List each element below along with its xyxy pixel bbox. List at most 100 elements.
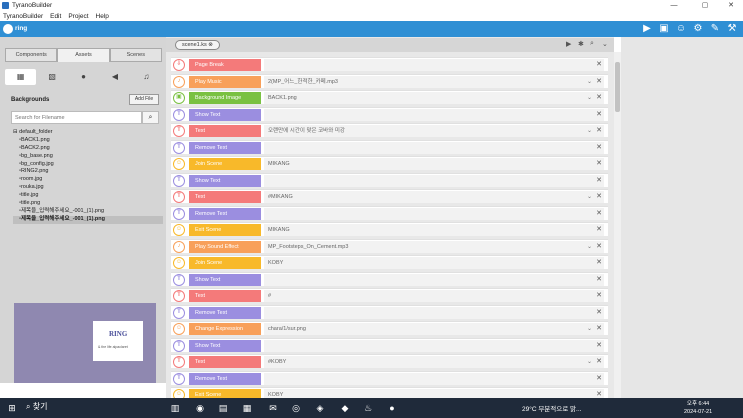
component-value[interactable]: MIKANG bbox=[264, 158, 604, 170]
search-icon[interactable]: ⌕ bbox=[142, 111, 159, 124]
component-row[interactable]: ☺ Exit Scene MIKANG ✕ bbox=[171, 222, 608, 236]
tree-file[interactable]: ▫bg_base.png bbox=[13, 153, 163, 161]
app-icon[interactable]: ◆ bbox=[338, 401, 352, 415]
component-value[interactable]: #MIKANG bbox=[264, 191, 604, 203]
chevron-down-icon[interactable]: ⌄ bbox=[587, 125, 592, 137]
tree-file[interactable]: ▫제목을_입력해주세요_-001_(1).png bbox=[13, 208, 163, 216]
tree-file[interactable]: ▫rouka.jpg bbox=[13, 184, 163, 192]
filename-search-input[interactable] bbox=[11, 111, 142, 124]
chevron-down-icon[interactable]: ⌄ bbox=[587, 191, 592, 203]
chevron-down-icon[interactable]: ⌄ bbox=[587, 92, 592, 104]
component-value[interactable]: MIKANG bbox=[264, 224, 604, 236]
component-row[interactable]: ♪ Play Sound Effect MP_Footsteps_On_Cement… bbox=[171, 238, 608, 253]
delete-component-icon[interactable]: ✕ bbox=[596, 241, 602, 253]
delete-component-icon[interactable]: ✕ bbox=[596, 323, 602, 335]
app-icon[interactable]: ● bbox=[385, 401, 399, 415]
mail-icon[interactable]: ✉ bbox=[266, 401, 280, 415]
tree-file[interactable]: ▫bg_config.jpg bbox=[13, 161, 163, 169]
steam-icon[interactable]: ♨ bbox=[361, 401, 375, 415]
component-value[interactable] bbox=[264, 59, 604, 71]
maximize-button[interactable]: ▢ bbox=[693, 0, 717, 11]
component-row[interactable]: ▣ Background Image BACK1.png ⌄ ✕ bbox=[171, 90, 608, 104]
delete-component-icon[interactable]: ✕ bbox=[596, 109, 602, 121]
build-icon[interactable]: ✎ bbox=[709, 23, 721, 35]
file-explorer-icon[interactable]: ▤ bbox=[216, 401, 230, 415]
component-value[interactable]: # bbox=[264, 290, 604, 302]
component-row[interactable]: T Show Text ✕ bbox=[171, 337, 608, 352]
tree-file[interactable]: ▫room.jpg bbox=[13, 176, 163, 184]
component-row[interactable]: T Text #KOBY ⌄ ✕ bbox=[171, 354, 608, 368]
tree-file[interactable]: ▫title.jpg bbox=[13, 192, 163, 200]
edge-icon[interactable]: ◉ bbox=[193, 401, 207, 415]
debug-icon[interactable]: ✱ bbox=[578, 40, 584, 48]
component-row[interactable]: T Text 오랜만에 시간이 맞은 코바와 미강 ⌄ ✕ bbox=[171, 123, 608, 137]
tree-file[interactable]: ▫RING2.png bbox=[13, 168, 163, 176]
delete-component-icon[interactable]: ✕ bbox=[596, 274, 602, 286]
windows-start-icon[interactable]: ⊞ bbox=[5, 401, 19, 415]
component-value[interactable] bbox=[264, 306, 604, 319]
component-value[interactable] bbox=[264, 339, 604, 352]
chevron-down-icon[interactable]: ⌄ bbox=[587, 323, 592, 335]
play-icon[interactable]: ▶ bbox=[641, 23, 653, 35]
component-value[interactable]: 2(MP_어느_한적한_카페.mp3 bbox=[264, 75, 604, 88]
component-value[interactable]: #KOBY bbox=[264, 356, 604, 368]
delete-component-icon[interactable]: ✕ bbox=[596, 175, 602, 187]
delete-component-icon[interactable]: ✕ bbox=[596, 76, 602, 88]
gear-icon[interactable]: ⚙ bbox=[692, 23, 704, 35]
minimize-button[interactable]: — bbox=[662, 0, 686, 11]
component-row[interactable]: T Remove Text ✕ bbox=[171, 304, 608, 319]
sound-icon[interactable]: ◀ bbox=[99, 69, 130, 85]
component-value[interactable] bbox=[264, 174, 604, 187]
component-row[interactable]: ⇩ Page Break ✕ bbox=[171, 57, 608, 71]
taskbar-search[interactable]: ⌕ 찾기 bbox=[26, 401, 47, 412]
delete-component-icon[interactable]: ✕ bbox=[596, 224, 602, 236]
component-row[interactable]: T Remove Text ✕ bbox=[171, 205, 608, 220]
scene-tab[interactable]: scene1.ks ⊗ bbox=[175, 40, 220, 50]
component-row[interactable]: T Remove Text ✕ bbox=[171, 139, 608, 154]
component-row[interactable]: T Show Text ✕ bbox=[171, 271, 608, 286]
weather-widget[interactable]: 29°C 부분적으로 맑... bbox=[522, 403, 581, 413]
component-value[interactable] bbox=[264, 273, 604, 286]
menu-project[interactable]: Project bbox=[68, 13, 88, 20]
component-row[interactable]: ♪ Play Music 2(MP_어느_한적한_카페.mp3 ⌄ ✕ bbox=[171, 73, 608, 88]
tyranobuilder-icon[interactable]: ◈ bbox=[313, 401, 327, 415]
menu-edit[interactable]: Edit bbox=[50, 13, 61, 20]
scrollbar-thumb[interactable] bbox=[615, 62, 620, 112]
delete-component-icon[interactable]: ✕ bbox=[596, 191, 602, 203]
save-icon[interactable]: ▣ bbox=[658, 23, 670, 35]
add-file-button[interactable]: Add File bbox=[129, 94, 159, 105]
task-view-icon[interactable]: ▥ bbox=[168, 401, 182, 415]
tab-assets[interactable]: Assets bbox=[57, 48, 110, 62]
delete-component-icon[interactable]: ✕ bbox=[596, 340, 602, 352]
component-value[interactable] bbox=[264, 108, 604, 121]
tree-file-selected[interactable]: ▫제목을_입력해주세요_-001_(1).png bbox=[13, 215, 163, 224]
wrench-icon[interactable]: ⚒ bbox=[726, 23, 738, 35]
search-icon[interactable]: ⌕ bbox=[590, 40, 594, 48]
component-row[interactable]: T Remove Text ✕ bbox=[171, 370, 608, 385]
component-row[interactable]: ☺ Join Scene KOBY ✕ bbox=[171, 255, 608, 269]
tree-file[interactable]: ▫BACK2.png bbox=[13, 145, 163, 153]
delete-component-icon[interactable]: ✕ bbox=[596, 307, 602, 319]
component-row[interactable]: ☺ Change Expression chara/1/sur.png ⌄ ✕ bbox=[171, 321, 608, 335]
close-button[interactable]: ✕ bbox=[719, 0, 743, 11]
chrome-icon[interactable]: ◎ bbox=[289, 401, 303, 415]
music-icon[interactable]: ♫ bbox=[131, 69, 162, 85]
system-clock[interactable]: 오후 6:44 2024-07-21 bbox=[684, 400, 712, 416]
delete-component-icon[interactable]: ✕ bbox=[596, 142, 602, 154]
image-icon[interactable]: ▧ bbox=[36, 69, 67, 85]
component-row[interactable]: T Text #MIKANG ⌄ ✕ bbox=[171, 189, 608, 203]
delete-component-icon[interactable]: ✕ bbox=[596, 59, 602, 71]
tree-folder[interactable]: ⊟ default_folder bbox=[13, 129, 163, 137]
background-image-icon[interactable]: ▦ bbox=[5, 69, 37, 85]
chevron-down-icon[interactable]: ⌄ bbox=[587, 241, 592, 253]
component-row[interactable]: ☺ Join Scene MIKANG ✕ bbox=[171, 156, 608, 170]
play-scene-icon[interactable]: ▶ bbox=[566, 40, 571, 48]
component-row[interactable]: T Text # ✕ bbox=[171, 288, 608, 302]
tree-file[interactable]: ▫BACK1.png bbox=[13, 137, 163, 145]
component-value[interactable] bbox=[264, 207, 604, 220]
menu-tyranobuilder[interactable]: TyranoBuilder bbox=[3, 13, 43, 20]
vertical-scrollbar[interactable] bbox=[614, 52, 621, 401]
component-value[interactable]: 오랜만에 시간이 맞은 코바와 미강 bbox=[264, 125, 604, 137]
chevron-down-icon[interactable]: ⌄ bbox=[587, 76, 592, 88]
tree-file[interactable]: ▫title.png bbox=[13, 200, 163, 208]
